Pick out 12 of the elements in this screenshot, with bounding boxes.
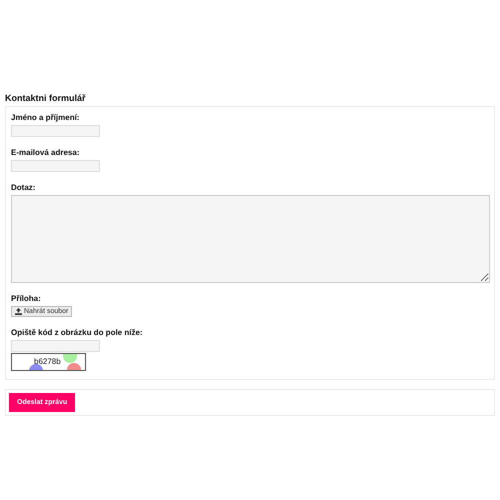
field-label: Jméno a příjmení: [11,113,80,122]
field-label: Dotaz: [11,183,36,192]
captcha-field[interactable] [11,340,100,352]
field-label: Opiště kód z obrázku do pole níže: [11,328,143,337]
input-field[interactable] [11,125,100,137]
captcha-code: b6278b [34,357,61,366]
message-field[interactable] [11,195,490,283]
field-label: E-mailová adresa: [11,148,80,157]
field-label: Příloha: [11,294,41,303]
input-field[interactable] [11,160,100,172]
upload-icon [15,308,22,315]
form-title: Kontaktni formulář [5,93,87,103]
